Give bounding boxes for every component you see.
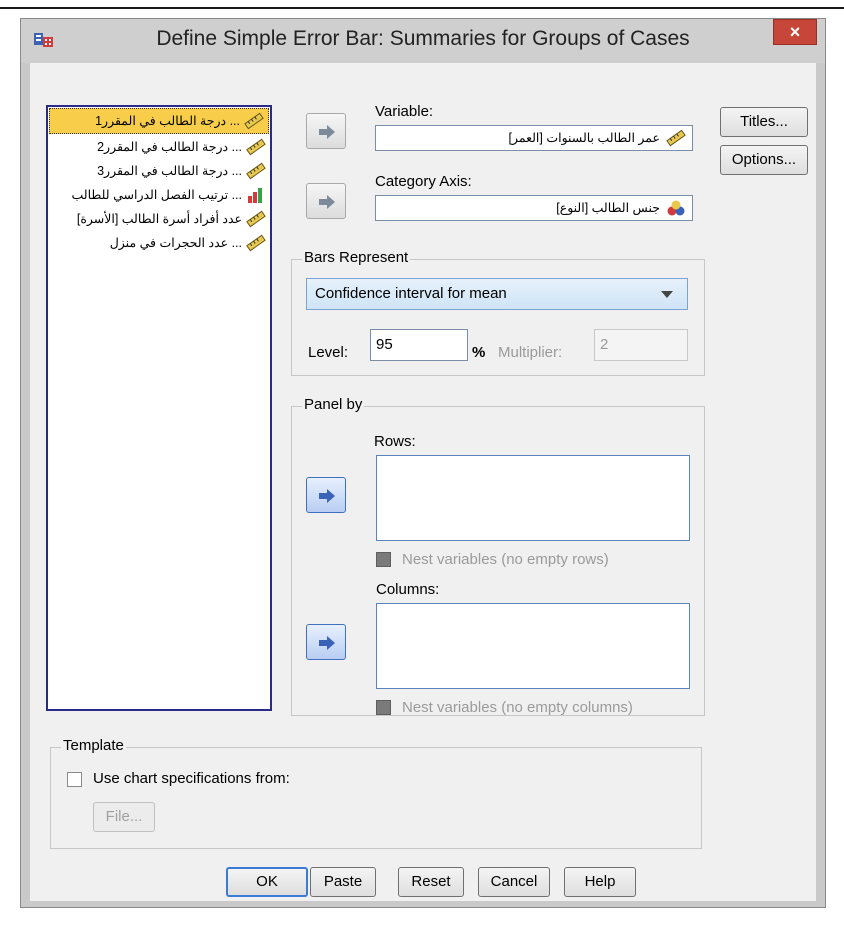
arrow-right-icon	[319, 489, 335, 503]
move-to-rows-button[interactable]	[306, 477, 346, 513]
close-button[interactable]: ×	[773, 19, 817, 45]
level-label: Level:	[308, 344, 349, 361]
panel-by-title: Panel by	[302, 396, 365, 413]
file-button[interactable]: File...	[93, 802, 155, 832]
move-to-columns-button[interactable]	[306, 624, 346, 660]
list-item[interactable]: درجة الطالب في المقرر2 ...	[48, 135, 270, 159]
dialog-client-area: درجة الطالب في المقرر1 ... درجة الطالب ف…	[30, 63, 816, 901]
nominal-icon	[666, 199, 686, 217]
list-item-label: عدد الحجرات في منزل ...	[109, 236, 242, 250]
level-value: 95	[376, 336, 393, 353]
variable-field[interactable]: عمر الطالب بالسنوات [العمر]	[375, 125, 693, 151]
variable-value: عمر الطالب بالسنوات [العمر]	[508, 131, 660, 145]
category-axis-value: جنس الطالب [النوع]	[556, 201, 660, 215]
panel-by-group: Panel by Rows: Nest variables (no empty …	[291, 396, 705, 716]
cancel-button[interactable]: Cancel	[478, 867, 550, 897]
title-bar[interactable]: Define Simple Error Bar: Summaries for G…	[21, 19, 825, 63]
source-variable-list[interactable]: درجة الطالب في المقرر1 ... درجة الطالب ف…	[46, 105, 272, 711]
scale-ruler-icon	[246, 162, 266, 180]
scale-ruler-icon	[246, 138, 266, 156]
variable-label: Variable:	[375, 103, 434, 120]
nest-rows-checkbox[interactable]	[376, 552, 391, 567]
paste-button[interactable]: Paste	[310, 867, 376, 897]
template-group: Template Use chart specifications from: …	[50, 737, 702, 849]
window-title: Define Simple Error Bar: Summaries for G…	[156, 27, 690, 50]
scale-ruler-icon	[244, 112, 264, 130]
category-axis-label: Category Axis:	[375, 173, 472, 190]
list-item[interactable]: عدد الحجرات في منزل ...	[48, 231, 270, 255]
level-input[interactable]: 95	[370, 329, 468, 361]
use-chart-spec-checkbox[interactable]	[67, 772, 82, 787]
bars-represent-title: Bars Represent	[302, 249, 411, 266]
reset-button[interactable]: Reset	[398, 867, 464, 897]
scale-ruler-icon	[246, 210, 266, 228]
multiplier-label: Multiplier:	[498, 344, 563, 361]
category-axis-field[interactable]: جنس الطالب [النوع]	[375, 195, 693, 221]
list-item-label: ترتيب الفصل الدراسي للطالب ...	[71, 188, 242, 202]
rows-list[interactable]	[376, 455, 690, 541]
options-button[interactable]: Options...	[720, 145, 808, 175]
arrow-right-icon	[319, 636, 335, 650]
titles-button[interactable]: Titles...	[720, 107, 808, 137]
list-item[interactable]: عدد أفراد أسرة الطالب [الأسرة]	[48, 207, 270, 231]
scale-ruler-icon	[246, 234, 266, 252]
nest-columns-checkbox[interactable]	[376, 700, 391, 715]
list-item-label: درجة الطالب في المقرر3 ...	[97, 164, 242, 178]
bars-represent-group: Bars Represent Confidence interval for m…	[291, 249, 705, 376]
move-to-category-axis-button[interactable]	[306, 183, 346, 219]
percent-label: %	[472, 344, 486, 361]
multiplier-input[interactable]: 2	[594, 329, 688, 361]
ordinal-bars-icon	[246, 186, 266, 204]
multiplier-value: 2	[600, 336, 609, 353]
columns-list[interactable]	[376, 603, 690, 689]
list-item[interactable]: درجة الطالب في المقرر3 ...	[48, 159, 270, 183]
rows-label: Rows:	[374, 433, 416, 450]
list-item[interactable]: ترتيب الفصل الدراسي للطالب ...	[48, 183, 270, 207]
ok-button[interactable]: OK	[226, 867, 308, 897]
bars-represent-dropdown[interactable]: Confidence interval for mean	[306, 278, 688, 310]
list-item-label: درجة الطالب في المقرر2 ...	[97, 140, 242, 154]
list-item-label: درجة الطالب في المقرر1 ...	[95, 114, 240, 128]
help-button[interactable]: Help	[564, 867, 636, 897]
scale-ruler-icon	[666, 129, 686, 147]
arrow-right-icon	[319, 195, 335, 209]
chevron-down-icon	[661, 291, 673, 298]
top-rule	[0, 7, 844, 9]
columns-label: Columns:	[376, 581, 440, 598]
list-item[interactable]: درجة الطالب في المقرر1 ...	[49, 108, 269, 134]
nest-rows-label: Nest variables (no empty rows)	[402, 551, 609, 568]
list-item-label: عدد أفراد أسرة الطالب [الأسرة]	[76, 212, 242, 226]
move-to-variable-button[interactable]	[306, 113, 346, 149]
template-title: Template	[61, 737, 126, 754]
nest-columns-label: Nest variables (no empty columns)	[402, 699, 633, 716]
arrow-right-icon	[319, 125, 335, 139]
use-chart-spec-label: Use chart specifications from:	[93, 770, 290, 787]
bars-represent-selected: Confidence interval for mean	[315, 285, 507, 302]
dialog-window: Define Simple Error Bar: Summaries for G…	[20, 18, 826, 908]
